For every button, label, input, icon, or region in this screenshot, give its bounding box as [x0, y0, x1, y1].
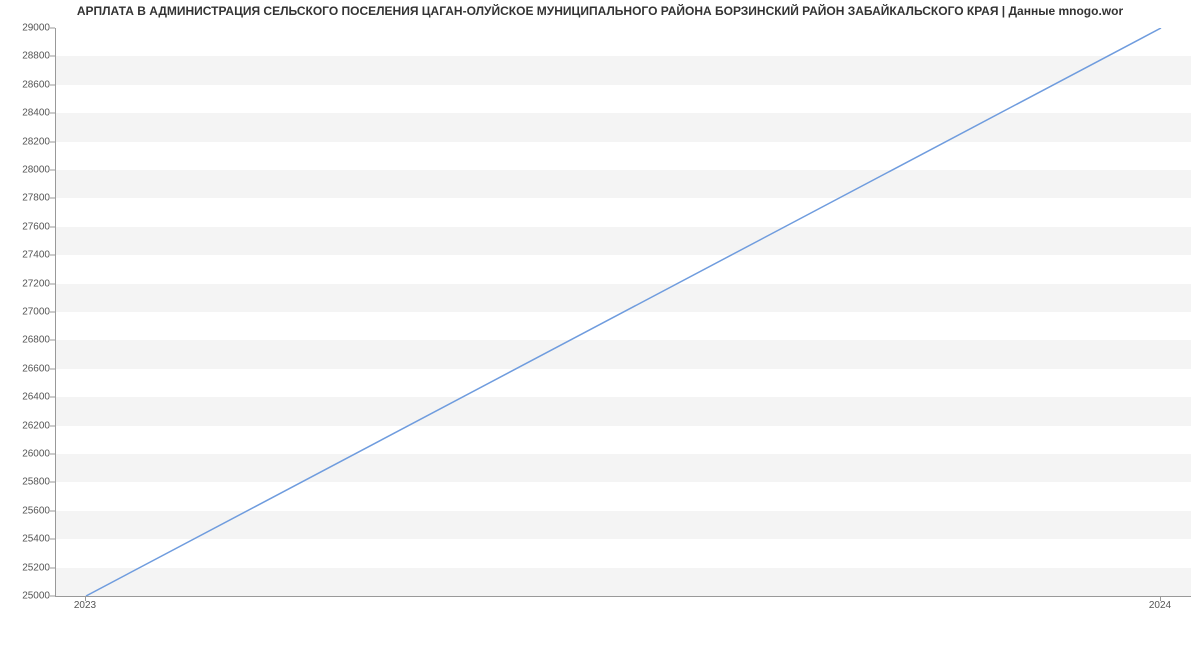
y-tick-mark	[50, 425, 55, 426]
y-tick-mark	[50, 28, 55, 29]
y-tick-mark	[50, 56, 55, 57]
y-tick-mark	[50, 312, 55, 313]
y-tick-mark	[50, 113, 55, 114]
y-tick-mark	[50, 283, 55, 284]
y-tick-label: 28800	[2, 51, 50, 62]
y-tick-mark	[50, 482, 55, 483]
y-tick-mark	[50, 340, 55, 341]
y-tick-label: 29000	[2, 23, 50, 34]
plot-area	[55, 28, 1191, 597]
y-tick-mark	[50, 539, 55, 540]
y-tick-label: 25200	[2, 562, 50, 573]
chart-title: АРПЛАТА В АДМИНИСТРАЦИЯ СЕЛЬСКОГО ПОСЕЛЕ…	[0, 4, 1200, 18]
y-tick-mark	[50, 368, 55, 369]
x-tick-label: 2023	[74, 600, 96, 611]
y-tick-label: 26200	[2, 420, 50, 431]
y-tick-label: 28600	[2, 79, 50, 90]
y-tick-label: 27600	[2, 221, 50, 232]
y-tick-mark	[50, 510, 55, 511]
y-tick-mark	[50, 170, 55, 171]
y-tick-label: 25800	[2, 477, 50, 488]
y-tick-label: 26400	[2, 392, 50, 403]
y-tick-mark	[50, 454, 55, 455]
line-chart: АРПЛАТА В АДМИНИСТРАЦИЯ СЕЛЬСКОГО ПОСЕЛЕ…	[0, 0, 1200, 650]
y-tick-mark	[50, 226, 55, 227]
y-tick-label: 25000	[2, 591, 50, 602]
line-series	[56, 28, 1191, 596]
y-tick-mark	[50, 84, 55, 85]
y-tick-label: 26600	[2, 363, 50, 374]
y-tick-mark	[50, 397, 55, 398]
y-tick-label: 27200	[2, 278, 50, 289]
y-tick-mark	[50, 567, 55, 568]
x-tick-mark	[85, 596, 86, 601]
y-tick-label: 27400	[2, 250, 50, 261]
y-tick-label: 28000	[2, 165, 50, 176]
y-tick-mark	[50, 198, 55, 199]
y-tick-label: 26800	[2, 335, 50, 346]
y-tick-label: 25600	[2, 505, 50, 516]
y-tick-mark	[50, 596, 55, 597]
x-tick-label: 2024	[1149, 600, 1171, 611]
y-tick-label: 28200	[2, 136, 50, 147]
y-tick-label: 27800	[2, 193, 50, 204]
y-tick-label: 28400	[2, 108, 50, 119]
y-tick-label: 25400	[2, 534, 50, 545]
y-tick-label: 27000	[2, 307, 50, 318]
y-tick-mark	[50, 255, 55, 256]
x-tick-mark	[1160, 596, 1161, 601]
y-tick-label: 26000	[2, 449, 50, 460]
y-tick-mark	[50, 141, 55, 142]
